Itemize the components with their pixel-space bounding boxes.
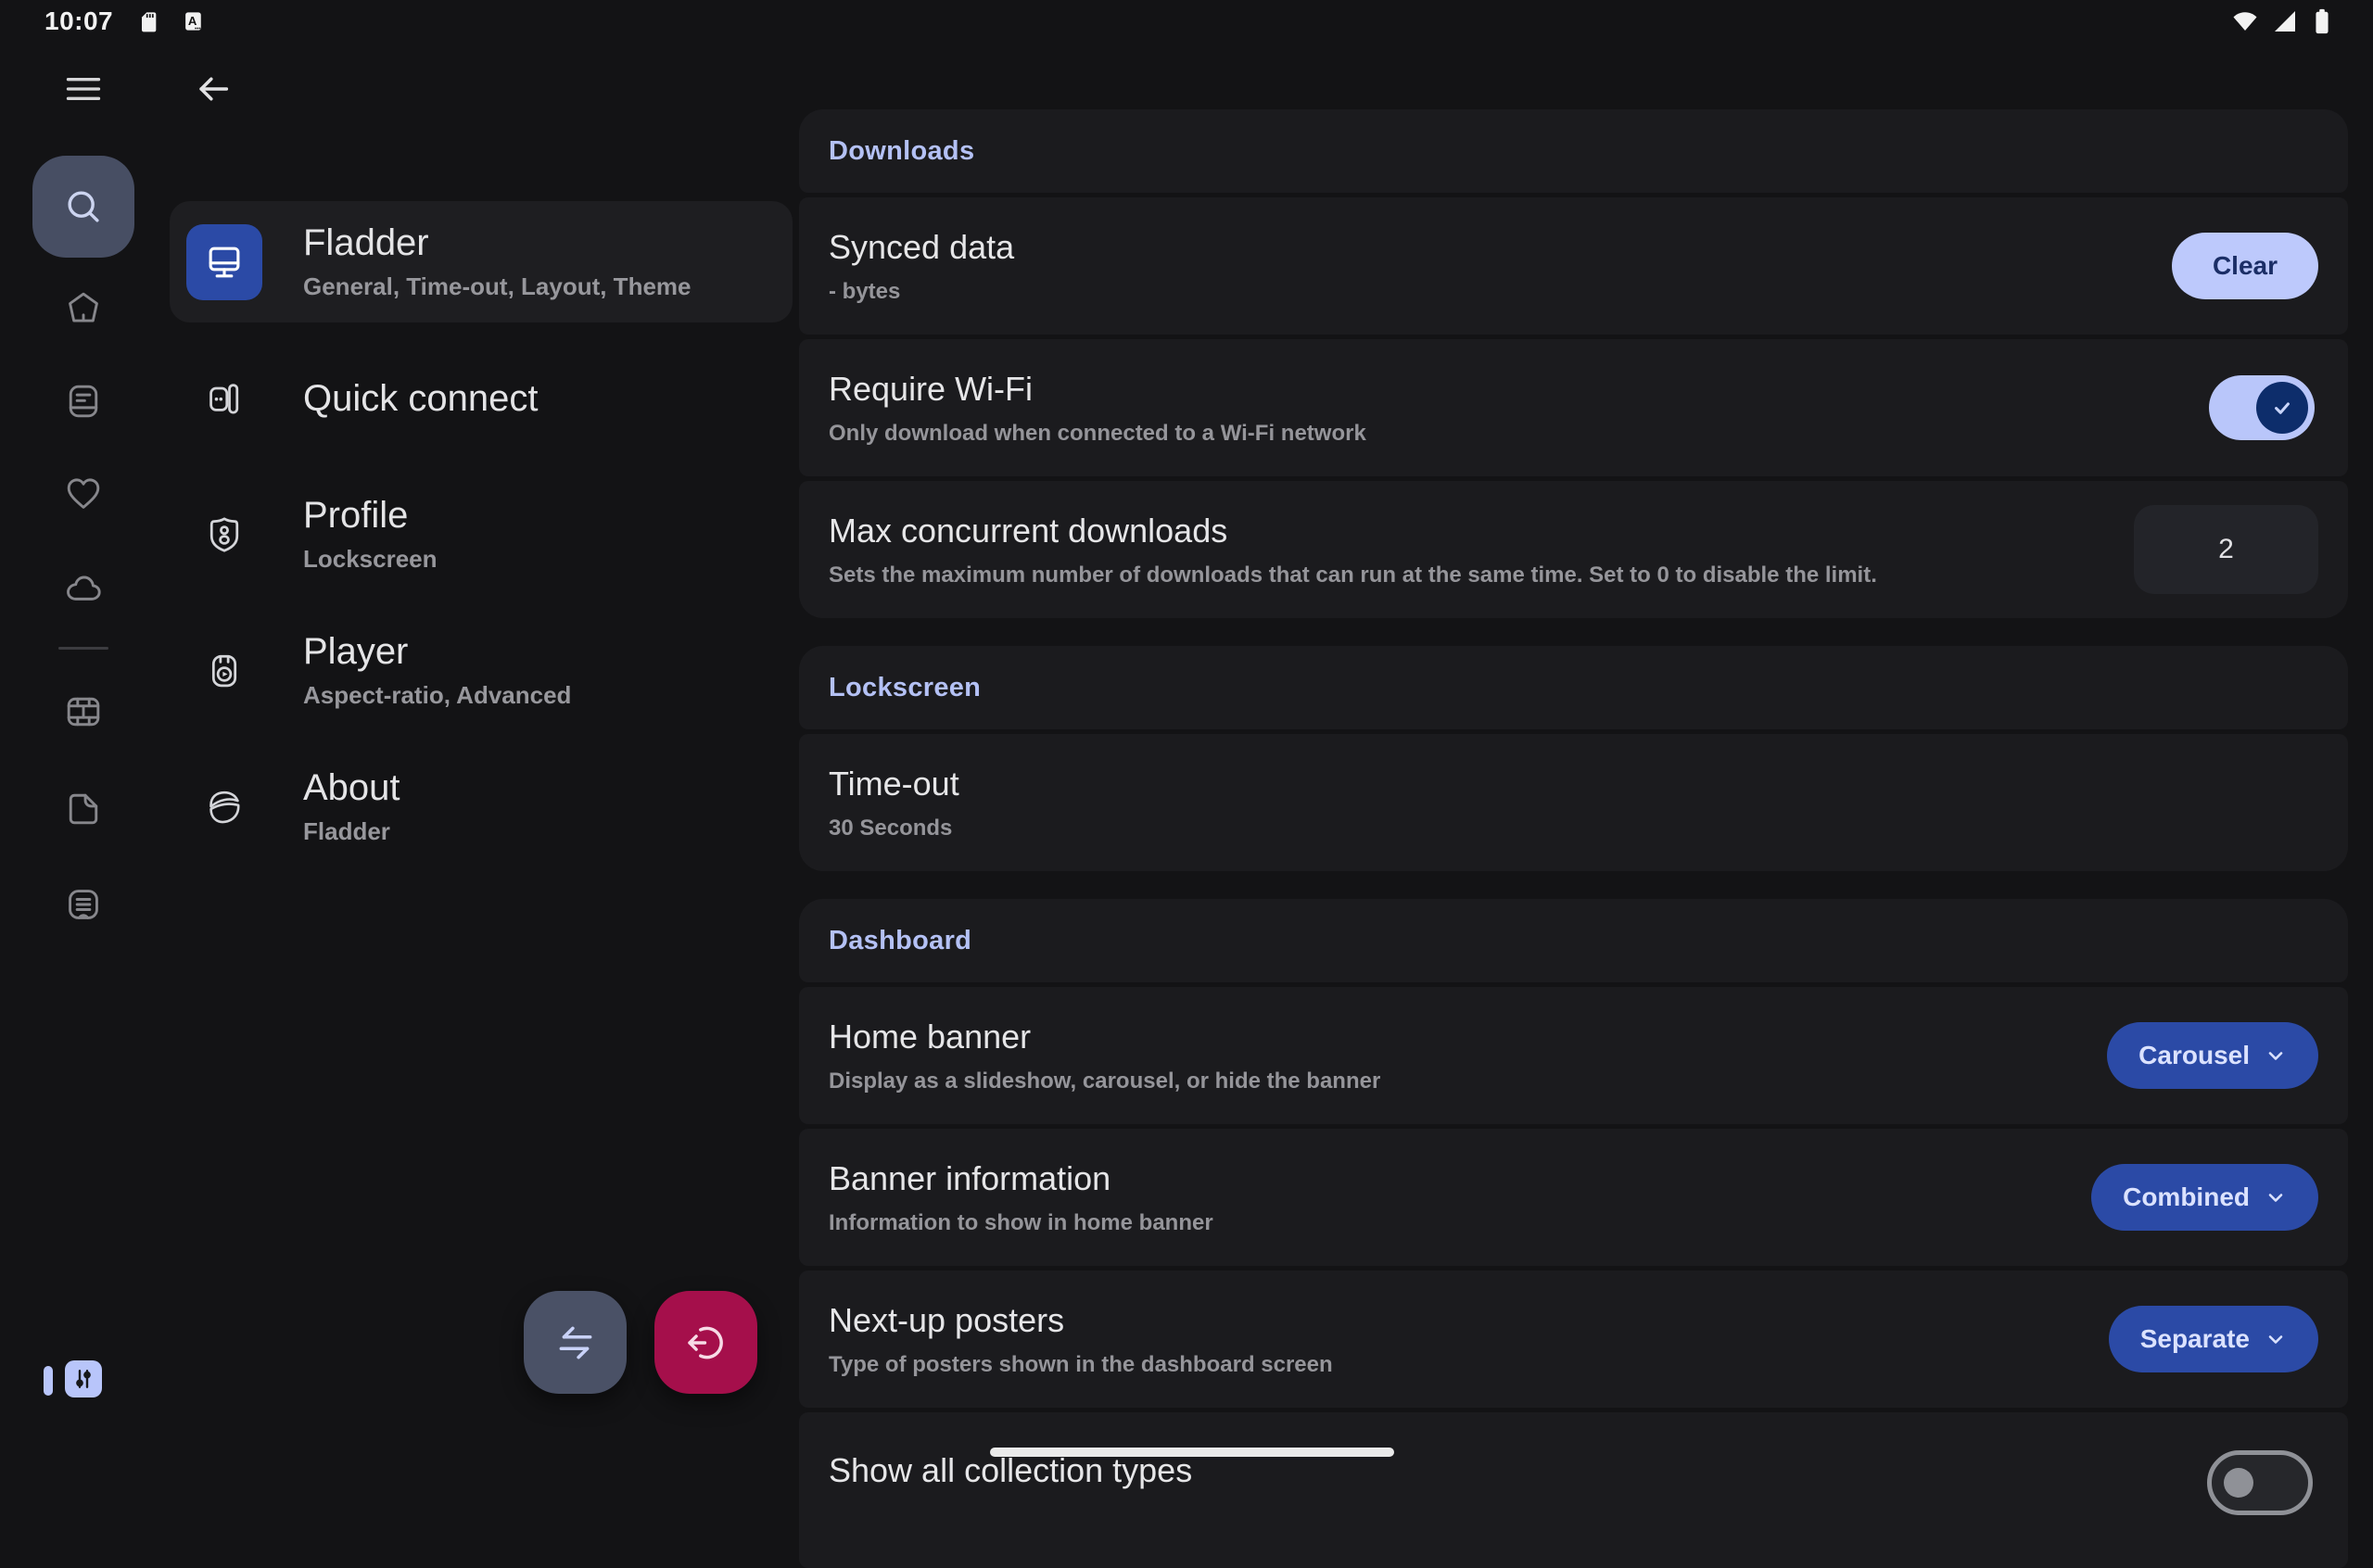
- check-icon: [2269, 395, 2295, 421]
- corner-indicator-pill: [44, 1366, 53, 1396]
- menu-item-fladder[interactable]: Fladder General, Time-out, Layout, Theme: [170, 201, 793, 322]
- section-header-lockscreen: Lockscreen: [799, 646, 2348, 729]
- toggle-thumb: [2256, 382, 2308, 434]
- corner-badge: [44, 1360, 102, 1397]
- logout-button[interactable]: [654, 1291, 757, 1394]
- app-a-letter: A: [188, 14, 197, 28]
- setting-row-show-all-collection-types[interactable]: Show all collection types: [799, 1412, 2348, 1568]
- menu-item-profile[interactable]: Profile Lockscreen: [170, 474, 793, 595]
- profile-badge-icon: [186, 497, 262, 573]
- filter-sliders-icon[interactable]: [65, 1360, 102, 1397]
- setting-row-home-banner[interactable]: Home banner Display as a slideshow, caro…: [799, 987, 2348, 1124]
- search-button-active[interactable]: [32, 156, 134, 258]
- setting-title: Time-out: [829, 765, 959, 803]
- sd-card-icon: [135, 7, 161, 35]
- section-header-label: Lockscreen: [829, 673, 981, 703]
- status-bar: 10:07 A: [0, 0, 2373, 43]
- menu-item-quick-connect[interactable]: Quick connect: [170, 337, 793, 459]
- fladder-logo-icon: [186, 769, 262, 845]
- media-grid-icon[interactable]: [57, 686, 109, 738]
- setting-subtitle: Display as a slideshow, carousel, or hid…: [829, 1069, 1380, 1094]
- transfer-button[interactable]: [524, 1291, 627, 1394]
- menu-item-title: About: [303, 767, 400, 808]
- dropdown-value: Carousel: [2138, 1041, 2250, 1070]
- app-a-icon: A: [180, 7, 206, 35]
- home-banner-dropdown[interactable]: Carousel: [2107, 1022, 2318, 1089]
- setting-row-synced-data[interactable]: Synced data - bytes Clear: [799, 197, 2348, 335]
- favorites-heart-icon[interactable]: [57, 468, 109, 520]
- chevron-down-icon: [2265, 1186, 2287, 1208]
- menu-item-subtitle: Aspect-ratio, Advanced: [303, 681, 571, 710]
- logout-icon: [683, 1320, 730, 1366]
- quick-connect-icon: [186, 360, 262, 436]
- transfer-icon: [552, 1320, 599, 1366]
- setting-title: Banner information: [829, 1159, 1213, 1198]
- library-icon[interactable]: [57, 375, 109, 427]
- cloud-sync-icon[interactable]: [57, 562, 109, 613]
- setting-subtitle: Sets the maximum number of downloads tha…: [829, 563, 1877, 588]
- status-right-icons: [2228, 6, 2336, 37]
- setting-row-banner-information[interactable]: Banner information Information to show i…: [799, 1129, 2348, 1266]
- nextup-posters-dropdown[interactable]: Separate: [2109, 1306, 2318, 1372]
- menu-item-title: Profile: [303, 495, 438, 536]
- clear-button[interactable]: Clear: [2172, 233, 2318, 299]
- rail-divider: [58, 647, 108, 650]
- menu-item-subtitle: Fladder: [303, 817, 400, 846]
- chevron-down-icon: [2265, 1044, 2287, 1067]
- battery-icon: [2308, 6, 2336, 37]
- menu-item-player[interactable]: Player Aspect-ratio, Advanced: [170, 610, 793, 731]
- setting-title: Home banner: [829, 1018, 1380, 1056]
- max-downloads-value[interactable]: 2: [2134, 505, 2318, 594]
- section-header-label: Downloads: [829, 136, 974, 167]
- file-icon[interactable]: [57, 782, 109, 834]
- banner-information-dropdown[interactable]: Combined: [2091, 1164, 2318, 1231]
- search-icon: [60, 183, 107, 230]
- settings-menu: Fladder General, Time-out, Layout, Theme…: [170, 201, 793, 882]
- menu-item-about[interactable]: About Fladder: [170, 746, 793, 867]
- gesture-nav-pill[interactable]: [990, 1448, 1394, 1457]
- back-arrow-icon: [192, 68, 235, 110]
- menu-item-subtitle: General, Time-out, Layout, Theme: [303, 272, 692, 301]
- player-remote-icon: [186, 633, 262, 709]
- menu-icon[interactable]: [57, 63, 109, 115]
- chevron-down-icon: [2265, 1328, 2287, 1350]
- setting-subtitle: 30 Seconds: [829, 816, 959, 841]
- setting-subtitle: Only download when connected to a Wi-Fi …: [829, 421, 1366, 447]
- menu-item-title: Fladder: [303, 222, 692, 263]
- toggle-thumb: [2224, 1468, 2253, 1498]
- setting-title: Synced data: [829, 228, 1014, 267]
- setting-row-timeout[interactable]: Time-out 30 Seconds: [799, 734, 2348, 871]
- wifi-icon: [2228, 6, 2262, 36]
- setting-title: Show all collection types: [829, 1451, 1192, 1490]
- settings-content: Downloads Synced data - bytes Clear Requ…: [799, 109, 2348, 1568]
- status-time: 10:07: [44, 6, 113, 36]
- cellular-icon: [2269, 6, 2301, 36]
- setting-subtitle: Type of posters shown in the dashboard s…: [829, 1352, 1333, 1378]
- dropdown-value: Separate: [2140, 1324, 2250, 1354]
- setting-row-max-downloads[interactable]: Max concurrent downloads Sets the maximu…: [799, 481, 2348, 618]
- setting-title: Max concurrent downloads: [829, 512, 1877, 550]
- home-icon[interactable]: [57, 283, 109, 335]
- section-header-label: Dashboard: [829, 926, 971, 956]
- section-header-downloads: Downloads: [799, 109, 2348, 193]
- setting-row-require-wifi[interactable]: Require Wi-Fi Only download when connect…: [799, 339, 2348, 476]
- setting-subtitle: - bytes: [829, 279, 1014, 305]
- section-header-dashboard: Dashboard: [799, 899, 2348, 982]
- dropdown-value: Combined: [2123, 1182, 2250, 1212]
- setting-title: Next-up posters: [829, 1301, 1333, 1340]
- status-left-icons: A: [135, 7, 206, 35]
- show-all-collection-types-toggle[interactable]: [2207, 1450, 2313, 1515]
- back-button[interactable]: [191, 67, 235, 111]
- menu-item-title: Player: [303, 631, 571, 672]
- require-wifi-toggle[interactable]: [2209, 375, 2315, 440]
- setting-row-nextup-posters[interactable]: Next-up posters Type of posters shown in…: [799, 1271, 2348, 1408]
- setting-subtitle: Information to show in home banner: [829, 1210, 1213, 1236]
- setting-title: Require Wi-Fi: [829, 370, 1366, 409]
- menu-item-subtitle: Lockscreen: [303, 545, 438, 574]
- collections-icon[interactable]: [57, 879, 109, 930]
- menu-item-title: Quick connect: [303, 378, 538, 419]
- monitor-icon: [186, 224, 262, 300]
